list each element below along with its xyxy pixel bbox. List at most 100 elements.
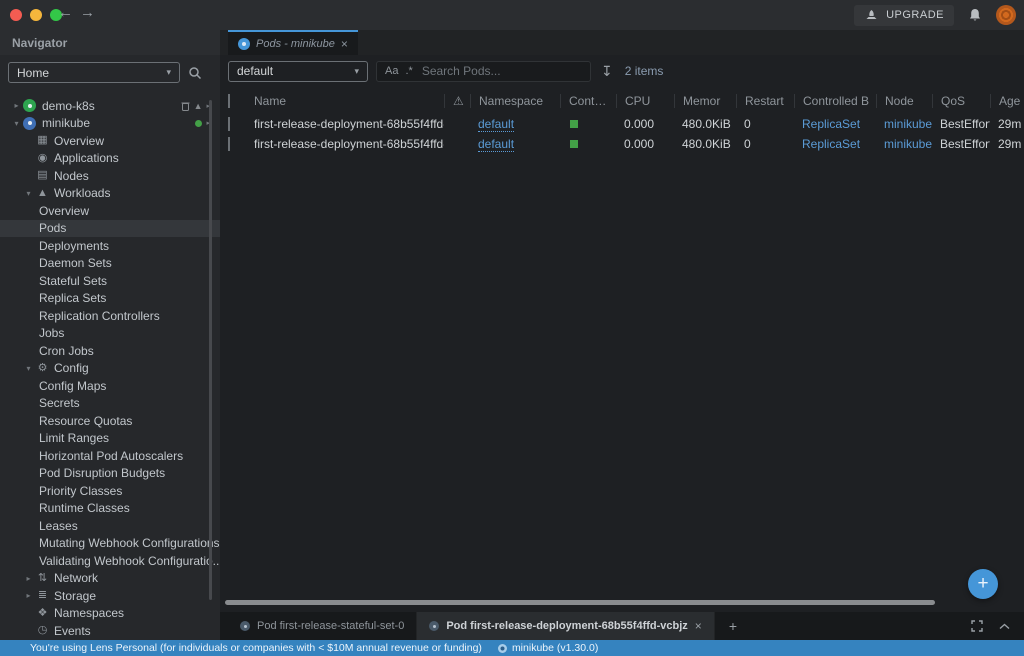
sidebar-item-limit-ranges[interactable]: Limit Ranges [0,430,220,448]
collapse-dock-icon[interactable] [999,623,1010,630]
chevron-down-icon[interactable]: ▾ [22,364,35,373]
select-all-checkbox[interactable] [228,94,230,108]
sidebar-item-priority-classes[interactable]: Priority Classes [0,482,220,500]
regex-toggle[interactable]: .* [405,65,412,77]
user-avatar[interactable] [996,5,1016,25]
table-row[interactable]: first-release-deployment-68b55f4ffd-v de… [228,134,1022,154]
table-row[interactable]: first-release-deployment-68b55f4ffd-k de… [228,114,1022,134]
sidebar-item-workloads-overview[interactable]: Overview [0,202,220,220]
main-tab-strip: Pods - minikube × [220,30,1024,55]
sidebar-item-namespaces[interactable]: ❖ Namespaces [0,605,220,623]
column-header-qos[interactable]: QoS [932,94,990,108]
sidebar-item-config-maps[interactable]: Config Maps [0,377,220,395]
namespace-link[interactable]: default [478,138,514,152]
sidebar-item-events[interactable]: ◷ Events [0,622,220,640]
rocket-icon [864,9,879,22]
column-header-restarts[interactable]: Restart [736,94,794,108]
table-horizontal-scrollbar[interactable] [225,600,935,605]
sidebar-item-deployments[interactable]: Deployments [0,237,220,255]
catalog-select[interactable]: Home ▾ [8,62,180,83]
dock-tab-pod-stateful-set[interactable]: Pod first-release-stateful-set-0 [228,612,417,640]
sidebar-item-pod-disruption-budgets[interactable]: Pod Disruption Budgets [0,465,220,483]
sidebar-item-runtime-classes[interactable]: Runtime Classes [0,500,220,518]
sidebar-item-stateful-sets[interactable]: Stateful Sets [0,272,220,290]
sidebar-item-network[interactable]: ▸ ⇅ Network [0,570,220,588]
sidebar-item-workloads[interactable]: ▾ ▲ Workloads [0,185,220,203]
close-icon[interactable]: × [695,619,702,633]
license-message: You're using Lens Personal (for individu… [30,642,482,654]
navigator-title: Navigator [12,36,67,50]
sidebar-item-validating-webhook-configurations[interactable]: Validating Webhook Configuratio... [0,552,220,570]
expand-dock-icon[interactable] [971,620,983,632]
pod-restarts: 0 [736,137,794,151]
chevron-down-icon[interactable]: ▾ [10,119,23,128]
sidebar-item-leases[interactable]: Leases [0,517,220,535]
pod-qos: BestEffort [932,137,990,151]
chevron-right-icon[interactable]: ▸ [10,101,23,110]
kubernetes-icon [238,38,250,50]
pod-name: first-release-deployment-68b55f4ffd-v [254,137,444,151]
column-header-namespace[interactable]: Namespace [470,94,560,108]
sidebar-item-cron-jobs[interactable]: Cron Jobs [0,342,220,360]
sidebar-item-demo-k8s[interactable]: ▸ demo-k8s ▲ ▸ [0,97,220,115]
column-header-memory[interactable]: Memor [674,94,736,108]
sidebar-scrollbar[interactable] [209,100,212,600]
namespace-select[interactable]: default ▾ [228,61,368,82]
close-tab-icon[interactable]: × [341,38,348,50]
sidebar-item-mutating-webhook-configurations[interactable]: Mutating Webhook Configurations [0,535,220,553]
sidebar-item-config[interactable]: ▾ ⚙ Config [0,360,220,378]
column-header-containers[interactable]: Cont… [560,94,616,108]
dock-bar: Pod first-release-stateful-set-0 Pod fir… [220,612,1024,640]
sidebar-item-storage[interactable]: ▸ ≣ Storage [0,587,220,605]
notifications-bell-icon[interactable] [968,8,982,23]
controlled-by-link[interactable]: ReplicaSet [802,137,860,151]
sidebar-item-pods[interactable]: Pods [0,220,220,238]
search-icon[interactable] [188,66,202,80]
column-header-name[interactable]: Name [254,94,444,108]
dock-tab-pod-deployment[interactable]: Pod first-release-deployment-68b55f4ffd-… [417,612,714,640]
warning-column-icon[interactable]: ⚠ [453,94,464,108]
delete-icon[interactable] [181,101,190,111]
close-window-button[interactable] [10,9,22,21]
column-header-cpu[interactable]: CPU [616,94,674,108]
forward-icon[interactable]: → [80,4,95,21]
sidebar-item-replica-sets[interactable]: Replica Sets [0,290,220,308]
upgrade-button[interactable]: UPGRADE [854,5,954,26]
sidebar-item-label: Overview [0,204,89,218]
row-checkbox[interactable] [228,117,230,131]
row-checkbox[interactable] [228,137,230,151]
sidebar-item-overview[interactable]: ▦ Overview [0,132,220,150]
download-icon[interactable]: ↧ [601,63,613,80]
sidebar-item-jobs[interactable]: Jobs [0,325,220,343]
chevron-down-icon[interactable]: ▾ [22,189,35,198]
column-header-controlled-by[interactable]: Controlled B [794,94,876,108]
namespace-link[interactable]: default [478,118,514,132]
column-header-node[interactable]: Node [876,94,932,108]
cluster-icon-minikube [23,117,36,130]
sidebar-item-resource-quotas[interactable]: Resource Quotas [0,412,220,430]
chevron-right-icon[interactable]: ▸ [22,591,35,600]
add-resource-button[interactable]: + [968,569,998,599]
cluster-version-label: minikube (v1.30.0) [512,642,598,654]
sidebar-item-applications[interactable]: ◉ Applications [0,150,220,168]
sidebar-item-minikube[interactable]: ▾ minikube ▸ [0,115,220,133]
tab-pods-minikube[interactable]: Pods - minikube × [228,30,358,55]
sidebar-item-replication-controllers[interactable]: Replication Controllers [0,307,220,325]
match-case-toggle[interactable]: Aa [385,65,398,77]
sidebar-item-nodes[interactable]: ▤ Nodes [0,167,220,185]
minimize-window-button[interactable] [30,9,42,21]
sidebar-item-daemon-sets[interactable]: Daemon Sets [0,255,220,273]
column-header-age[interactable]: Age [990,94,1022,108]
new-dock-tab-button[interactable]: + [715,612,751,640]
sidebar-item-label: Nodes [54,169,89,183]
sidebar-item-secrets[interactable]: Secrets [0,395,220,413]
node-link[interactable]: minikube [884,117,932,131]
controlled-by-link[interactable]: ReplicaSet [802,117,860,131]
chevron-right-icon[interactable]: ▸ [22,574,35,583]
node-link[interactable]: minikube [884,137,932,151]
sidebar-item-horizontal-pod-autoscalers[interactable]: Horizontal Pod Autoscalers [0,447,220,465]
back-icon[interactable]: ← [58,4,73,21]
sidebar-item-label: Daemon Sets [0,256,112,270]
active-cluster-status[interactable]: minikube (v1.30.0) [498,642,598,654]
search-input[interactable] [420,63,582,79]
